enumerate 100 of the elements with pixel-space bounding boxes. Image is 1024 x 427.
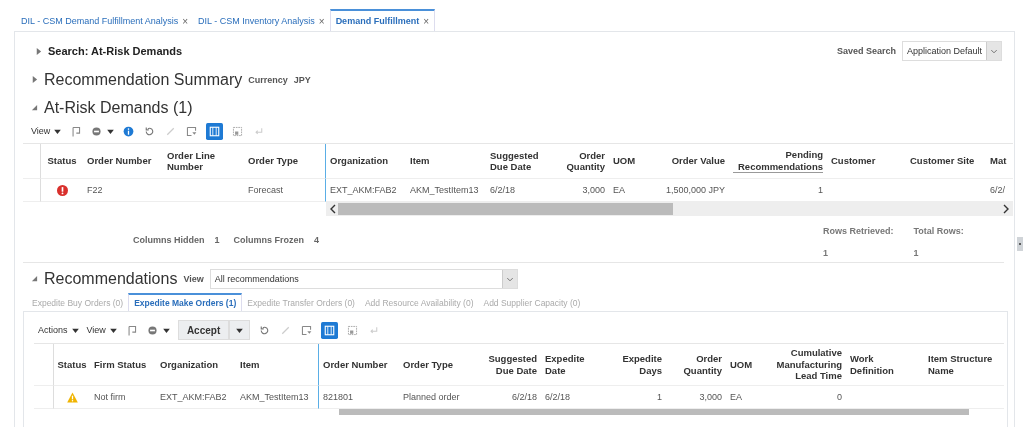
close-icon[interactable]: ×: [318, 15, 325, 27]
column-header[interactable]: Suggested Due Date: [490, 149, 557, 173]
expand-icon[interactable]: [31, 76, 38, 83]
column-header[interactable]: Firm Status: [94, 358, 147, 371]
accept-dropdown-button[interactable]: [229, 320, 251, 340]
currency-value: JPY: [293, 74, 311, 85]
status-value: 1: [823, 248, 829, 258]
column-header[interactable]: Order Value: [671, 155, 725, 167]
caret-icon[interactable]: [54, 128, 62, 134]
column-header[interactable]: Item Structure Name: [928, 353, 1000, 376]
horizontal-scrollbar[interactable]: [326, 202, 1013, 216]
column-header[interactable]: Work Definition: [850, 353, 920, 376]
wrap-icon[interactable]: [231, 124, 245, 138]
row-gutter: [34, 386, 54, 409]
status-value: 1: [214, 235, 220, 245]
caret-icon: [236, 327, 244, 333]
table-cell: F22: [87, 185, 103, 195]
column-header[interactable]: UOM: [730, 358, 753, 371]
close-icon[interactable]: ×: [423, 15, 429, 27]
status-label: Rows Retrieved:: [823, 226, 894, 236]
column-header[interactable]: UOM: [613, 155, 636, 167]
column-header[interactable]: Order Quantity: [565, 149, 605, 173]
splitter-handle[interactable]: [1017, 237, 1023, 251]
field-label: View: [183, 273, 204, 284]
table-cell: 0: [837, 392, 842, 402]
detach-icon[interactable]: [69, 124, 83, 138]
circle-icon[interactable]: [145, 323, 159, 337]
column-header[interactable]: Cumulative Manufacturing Lead Time: [758, 347, 842, 382]
scroll-left-icon[interactable]: [329, 204, 337, 214]
section-title: At-Risk Demands (1): [44, 98, 193, 117]
tab[interactable]: DIL - CSM Demand Fulfillment Analysis ×: [16, 9, 194, 31]
tab[interactable]: Expedite Make Orders (1): [128, 293, 243, 311]
field-label: Saved Search: [836, 46, 896, 56]
column-header[interactable]: Customer Site: [910, 155, 975, 167]
error-icon: [56, 184, 68, 196]
horizontal-scrollbar[interactable]: [339, 409, 969, 415]
column-header[interactable]: Status: [47, 155, 77, 167]
status-value: 4: [314, 235, 320, 245]
columns-icon[interactable]: [321, 321, 339, 339]
table-cell: 1: [818, 185, 823, 195]
table-cell: EA: [730, 392, 742, 402]
column-header[interactable]: Order Number: [323, 358, 388, 371]
currency-label: Currency: [248, 74, 288, 85]
actions-menu[interactable]: Actions: [38, 325, 68, 335]
table-cell: 6/2/18: [490, 185, 516, 195]
expand-icon[interactable]: [35, 47, 42, 55]
column-header[interactable]: Order Quantity: [670, 353, 722, 376]
table-cell: Forecast: [248, 185, 283, 195]
column-header[interactable]: Suggested Due Date: [483, 353, 537, 376]
table-cell: Not firm: [94, 392, 126, 402]
table-cell: 1: [657, 392, 662, 402]
column-header[interactable]: Pending Recommendations: [733, 149, 823, 173]
collapse-icon[interactable]: [31, 104, 38, 111]
close-icon[interactable]: ×: [182, 15, 189, 27]
column-header[interactable]: Order Type: [403, 358, 453, 371]
view-select[interactable]: All recommendations: [209, 268, 518, 289]
column-header[interactable]: Status: [57, 358, 87, 371]
table-cell: AKM_TestItem13: [240, 392, 309, 402]
table-cell: 821801: [323, 392, 354, 402]
table-cell: EXT_AKM:FAB2: [160, 392, 227, 402]
table-cell: 6/2/18: [511, 392, 537, 402]
columns-icon[interactable]: [206, 122, 224, 140]
collapse-icon[interactable]: [31, 275, 38, 282]
accept-button[interactable]: Accept: [177, 320, 230, 340]
caret-icon[interactable]: [109, 327, 117, 333]
view-menu[interactable]: View: [31, 126, 51, 136]
info-icon[interactable]: [122, 124, 136, 138]
table-cell: EA: [613, 185, 625, 195]
column-header[interactable]: Organization: [160, 358, 219, 371]
status-value: 1: [913, 248, 920, 258]
table-cell: 6/2/: [990, 185, 1005, 195]
column-header[interactable]: Item: [240, 358, 260, 371]
column-header[interactable]: Order Number: [87, 155, 152, 167]
freeze-icon[interactable]: [185, 124, 199, 138]
caret-icon[interactable]: [162, 327, 170, 333]
wrap-icon[interactable]: [346, 323, 360, 337]
view-menu[interactable]: View: [86, 325, 106, 335]
caret-icon[interactable]: [107, 128, 115, 134]
tab[interactable]: DIL - CSM Inventory Analysis ×: [193, 9, 330, 31]
table-cell: EXT_AKM:FAB2: [330, 185, 397, 195]
status-label: Columns Frozen: [233, 235, 305, 245]
column-header[interactable]: Expedite Date: [545, 353, 600, 376]
circle-icon[interactable]: [90, 124, 104, 138]
column-header[interactable]: Expedite Days: [608, 353, 662, 376]
scroll-right-icon[interactable]: [1002, 204, 1010, 214]
status-label: Total Rows:: [913, 226, 964, 236]
column-header[interactable]: Order Line Number: [167, 149, 240, 173]
section-title: Recommendations: [44, 269, 178, 288]
freeze-icon[interactable]: [300, 323, 314, 337]
column-header[interactable]: Mat: [990, 155, 1007, 167]
column-header[interactable]: Order Type: [248, 155, 298, 167]
column-header[interactable]: Item: [410, 155, 430, 167]
saved-search-select[interactable]: Application Default: [901, 41, 1002, 61]
tab[interactable]: Demand Fulfillment ×: [329, 9, 435, 31]
section-title: Search: At-Risk Demands: [48, 45, 183, 57]
caret-icon[interactable]: [71, 327, 79, 333]
column-header[interactable]: Customer: [831, 155, 876, 167]
column-header[interactable]: Organization: [330, 155, 389, 167]
row-gutter: [23, 179, 41, 202]
section-title: Recommendation Summary: [44, 70, 243, 89]
